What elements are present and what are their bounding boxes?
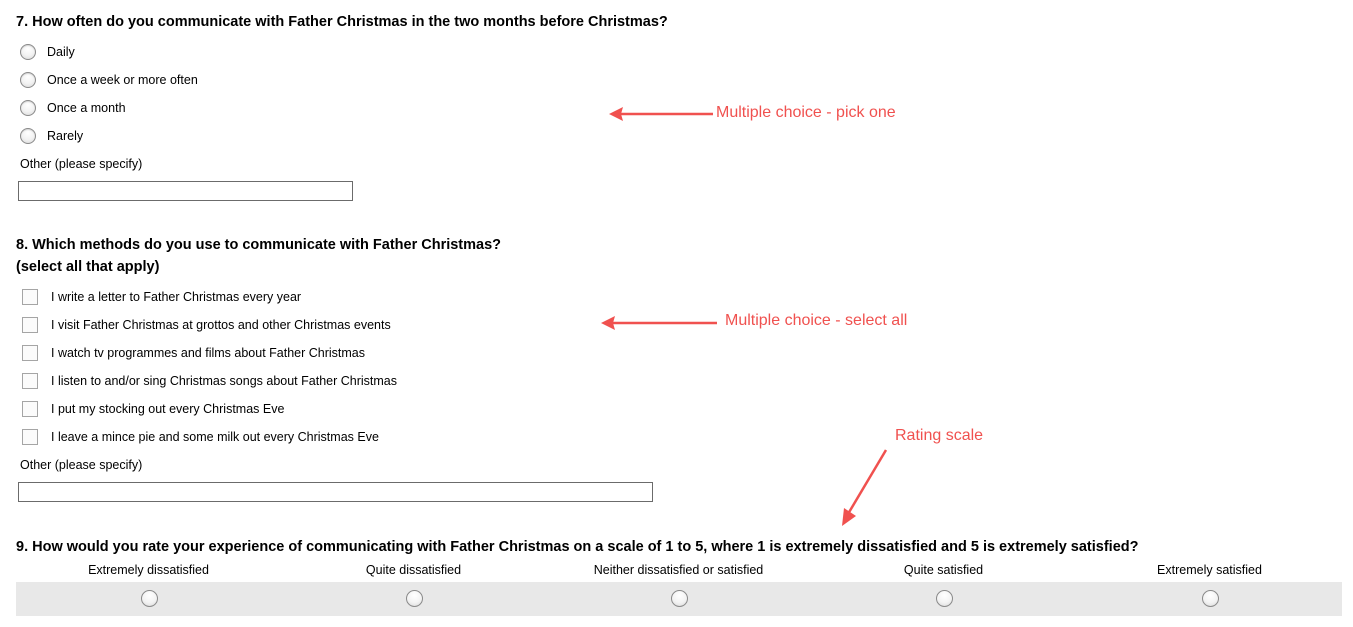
checkbox[interactable] (22, 373, 38, 389)
question-8-title: 8. Which methods do you use to communica… (16, 237, 502, 253)
arrow-left-icon (609, 107, 713, 121)
q8-other-label: Other (please specify) (20, 458, 143, 472)
question-9-title: 9. How would you rate your experience of… (16, 539, 1139, 555)
rating-radio-3[interactable] (671, 590, 688, 607)
rating-radio-1[interactable] (141, 590, 158, 607)
option-label: I watch tv programmes and films about Fa… (51, 346, 366, 360)
scale-label-4: Quite satisfied (903, 563, 984, 577)
scale-label-1: Extremely dissatisfied (88, 563, 209, 577)
q7-option-daily[interactable]: Daily (20, 41, 75, 63)
option-label: Once a week or more often (47, 73, 198, 87)
option-label: Daily (47, 45, 75, 59)
annotation-pick-one: Multiple choice - pick one (716, 104, 896, 121)
arrow-left-icon (601, 316, 717, 330)
q8-option-tv[interactable]: I watch tv programmes and films about Fa… (20, 342, 365, 364)
option-label: I listen to and/or sing Christmas songs … (51, 374, 397, 388)
option-label: Once a month (47, 101, 126, 115)
question-7-title: 7. How often do you communicate with Fat… (16, 14, 668, 30)
radio-button[interactable] (20, 128, 36, 144)
radio-button[interactable] (20, 72, 36, 88)
q8-other-input[interactable] (18, 482, 653, 502)
q8-option-mince-pie[interactable]: I leave a mince pie and some milk out ev… (20, 426, 379, 448)
checkbox[interactable] (22, 429, 38, 445)
q7-other-label: Other (please specify) (20, 157, 143, 171)
option-label: Rarely (47, 129, 84, 143)
annotation-select-all: Multiple choice - select all (725, 312, 908, 329)
option-label: I put my stocking out every Christmas Ev… (51, 402, 285, 416)
option-label: I write a letter to Father Christmas eve… (51, 290, 302, 304)
q8-option-letter[interactable]: I write a letter to Father Christmas eve… (20, 286, 301, 308)
checkbox[interactable] (22, 317, 38, 333)
radio-button[interactable] (20, 44, 36, 60)
q8-option-stocking[interactable]: I put my stocking out every Christmas Ev… (20, 398, 284, 420)
q7-option-weekly[interactable]: Once a week or more often (20, 69, 198, 91)
radio-button[interactable] (20, 100, 36, 116)
q7-option-monthly[interactable]: Once a month (20, 97, 126, 119)
q8-option-songs[interactable]: I listen to and/or sing Christmas songs … (20, 370, 397, 392)
option-label: I leave a mince pie and some milk out ev… (51, 430, 379, 444)
q7-option-rarely[interactable]: Rarely (20, 125, 83, 147)
checkbox[interactable] (22, 289, 38, 305)
checkbox[interactable] (22, 401, 38, 417)
option-label: I visit Father Christmas at grottos and … (51, 318, 391, 332)
scale-label-3: Neither dissatisfied or satisfied (593, 563, 764, 577)
question-8-subtitle: (select all that apply) (16, 259, 160, 275)
scale-label-5: Extremely satisfied (1157, 563, 1262, 577)
annotation-rating-scale: Rating scale (895, 427, 984, 444)
arrow-down-left-icon (842, 449, 888, 526)
rating-radio-4[interactable] (936, 590, 953, 607)
checkbox[interactable] (22, 345, 38, 361)
q7-other-input[interactable] (18, 181, 353, 201)
rating-radio-5[interactable] (1202, 590, 1219, 607)
rating-radio-2[interactable] (406, 590, 423, 607)
q8-option-grotto[interactable]: I visit Father Christmas at grottos and … (20, 314, 391, 336)
scale-label-2: Quite dissatisfied (365, 563, 462, 577)
